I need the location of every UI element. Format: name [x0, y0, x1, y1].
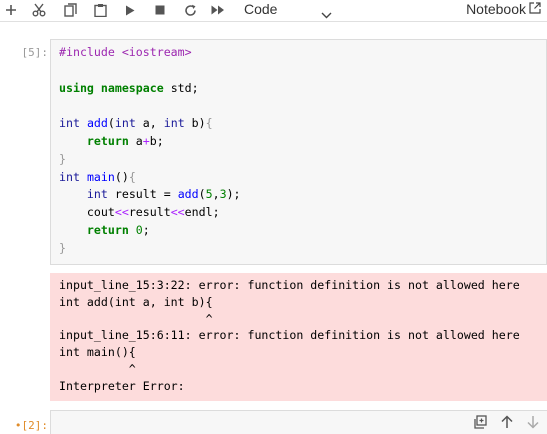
code-line: } [59, 240, 66, 255]
cell-type-select[interactable]: Code [244, 0, 336, 19]
copy-icon[interactable] [61, 1, 79, 19]
code-line: return a+b; [86, 133, 164, 148]
cell-toolbar [474, 415, 539, 434]
fast-forward-icon[interactable] [209, 1, 227, 19]
cell-type-label: Code [244, 1, 278, 17]
duplicate-icon[interactable] [474, 415, 487, 434]
add-icon[interactable] [2, 1, 20, 19]
code-line: #include <iostream> [59, 45, 192, 59]
chevron-down-icon [321, 5, 332, 24]
notebook-label: Notebook [466, 1, 526, 17]
move-down-icon[interactable] [527, 415, 539, 434]
stop-icon[interactable] [151, 1, 169, 19]
error-output: input_line_15:3:22: error: function defi… [50, 273, 547, 401]
code-line: return 0; [86, 222, 150, 237]
code-line: } [59, 151, 66, 166]
paste-icon[interactable] [91, 1, 109, 19]
code-editor[interactable]: #include <iostream> using namespace std;… [59, 44, 241, 258]
active-marker: • [14, 419, 22, 432]
code-line: int add(int a, int b){ [59, 116, 213, 131]
code-line: int result = add(5,3); [86, 187, 241, 202]
cell-prompt: [5]: [21, 46, 49, 59]
cut-icon[interactable] [30, 1, 48, 19]
move-up-icon[interactable] [501, 415, 513, 434]
code-cell-input[interactable]: #include <iostream> using namespace std;… [50, 39, 547, 265]
code-line: using namespace std; [59, 80, 199, 95]
open-notebook-link[interactable]: Notebook [466, 0, 541, 19]
run-icon[interactable] [121, 1, 139, 19]
error-output-text: input_line_15:3:22: error: function defi… [59, 278, 520, 393]
cell-prompt-label: [2]: [21, 419, 49, 432]
code-line: int main(){ [59, 169, 136, 184]
restart-icon[interactable] [181, 1, 199, 19]
external-link-icon [529, 0, 541, 19]
code-cell-input-2[interactable] [50, 410, 547, 434]
cell-prompt-active: •[2]: [0, 419, 48, 432]
code-line: cout<<result<<endl; [59, 205, 220, 220]
notebook-toolbar: Code Notebook [0, 0, 547, 22]
